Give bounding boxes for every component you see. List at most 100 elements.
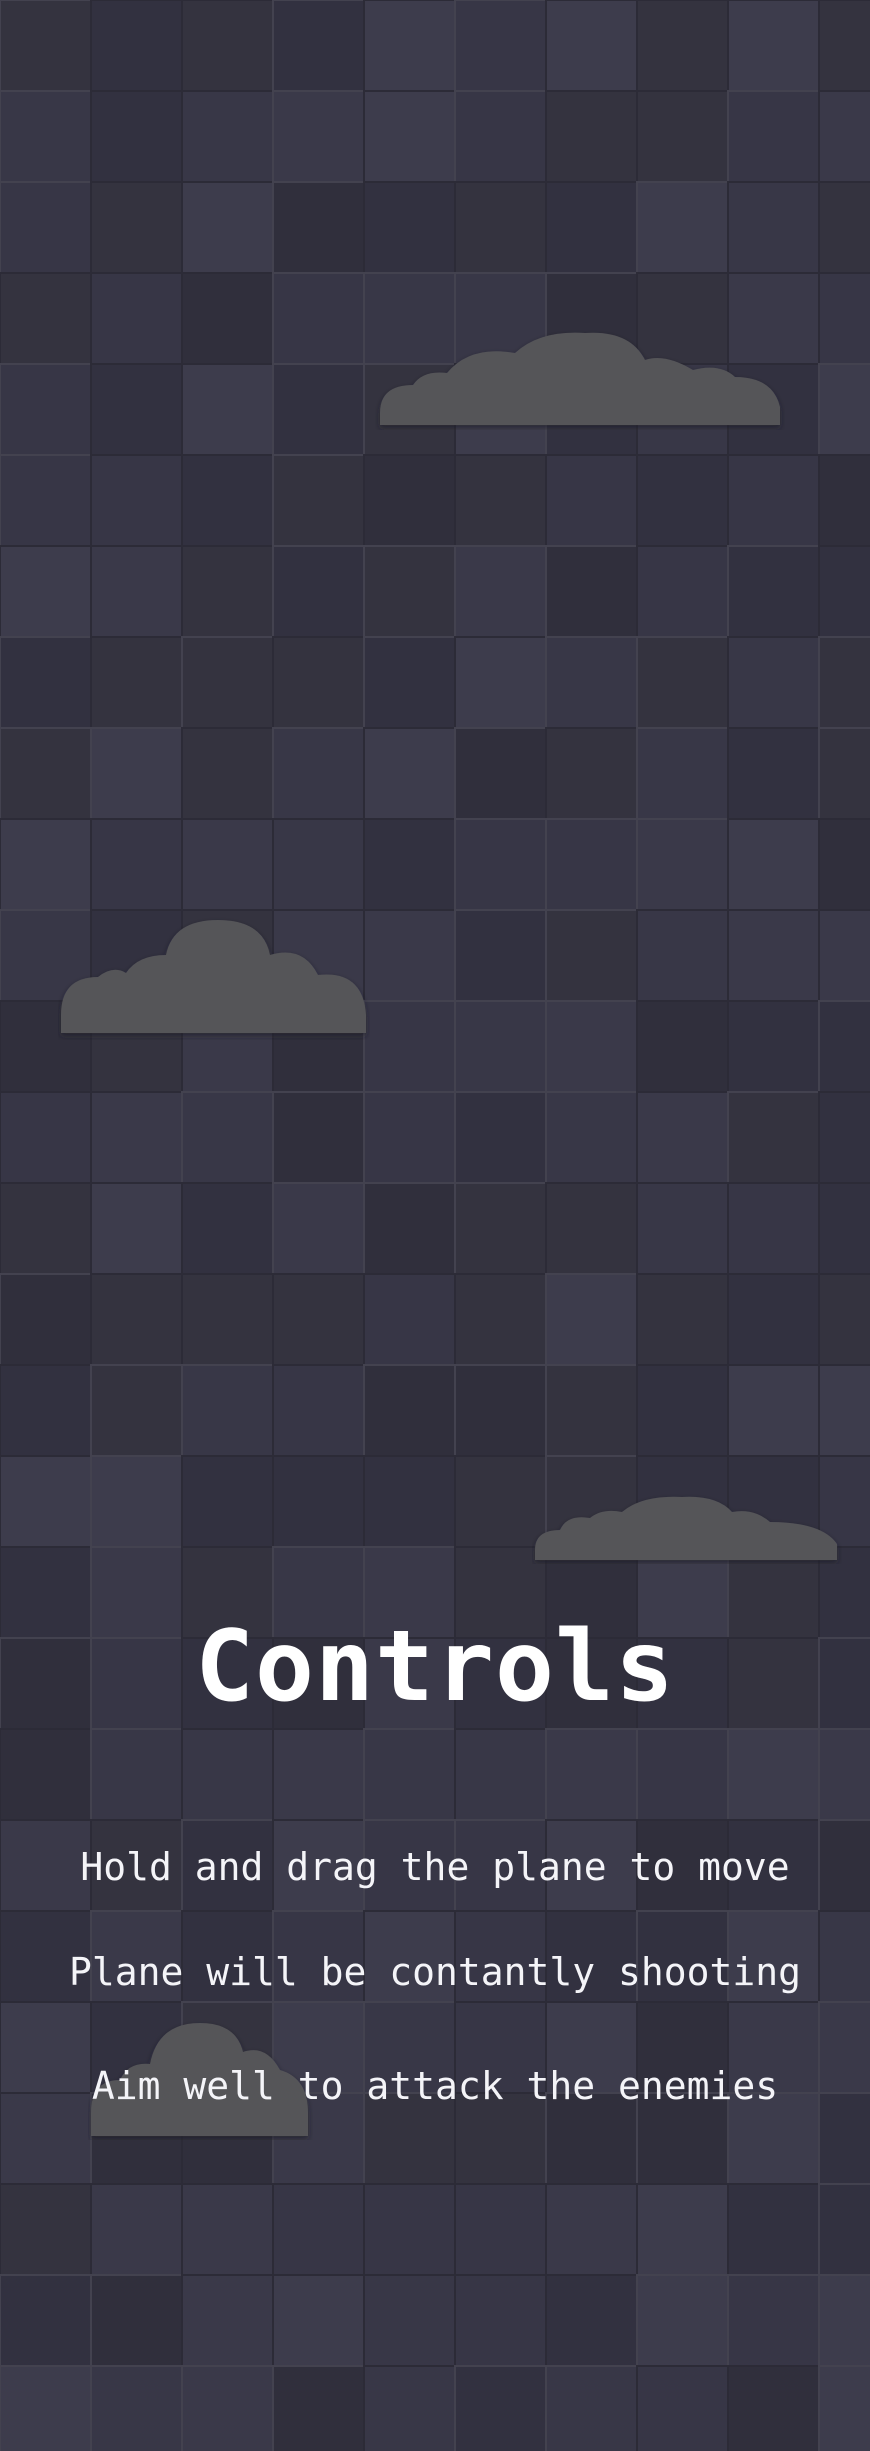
background-tile (0, 1364, 92, 1457)
background-tile (727, 545, 820, 638)
background-tile (363, 1273, 456, 1366)
background-tile (0, 727, 92, 820)
background-tile (272, 1273, 365, 1366)
background-tile (181, 545, 274, 638)
instruction-shooting: Plane will be contantly shooting (68, 1950, 802, 1994)
background-tile (636, 2274, 729, 2367)
background-tile (363, 181, 456, 274)
background-tile (272, 2365, 365, 2451)
background-tile (454, 1000, 547, 1093)
background-tile (727, 1091, 820, 1184)
background-tile (363, 727, 456, 820)
background-tile (0, 545, 92, 638)
background-tile (545, 1273, 638, 1366)
page-title: Controls (194, 1610, 675, 1724)
background-tile (272, 90, 365, 183)
background-tile (636, 2183, 729, 2276)
background-tile (545, 1000, 638, 1093)
background-tile (181, 2274, 274, 2367)
background-tile (818, 181, 870, 274)
instruction-move: Hold and drag the plane to move (80, 1845, 790, 1889)
background-tile (181, 727, 274, 820)
background-tile (818, 454, 870, 547)
background-tile (545, 2365, 638, 2451)
background-tile (636, 2365, 729, 2451)
background-tile (272, 818, 365, 911)
background-tile (181, 2183, 274, 2276)
background-tile (636, 818, 729, 911)
background-tile (90, 272, 183, 365)
background-tile (454, 90, 547, 183)
background-tile (0, 1728, 92, 1821)
background-tile (181, 1091, 274, 1184)
background-tile (363, 1364, 456, 1457)
background-tile (181, 0, 274, 92)
background-tile (636, 1091, 729, 1184)
background-tile (454, 0, 547, 92)
background-tile (363, 2365, 456, 2451)
background-tile (454, 2365, 547, 2451)
background-tile (181, 1273, 274, 1366)
background-tile (90, 545, 183, 638)
background-tile (363, 1000, 456, 1093)
background-tile (181, 181, 274, 274)
background-tile (636, 181, 729, 274)
background-tile (818, 545, 870, 638)
background-tile (363, 2274, 456, 2367)
background-tile (181, 1728, 274, 1821)
background-tile (0, 2092, 92, 2185)
background-tile (818, 636, 870, 729)
background-tile (818, 1273, 870, 1366)
background-tile (818, 2092, 870, 2185)
background-tile (818, 2183, 870, 2276)
background-tile (0, 1091, 92, 1184)
background-tile (363, 2183, 456, 2276)
background-tile (0, 2183, 92, 2276)
background-tile (90, 1273, 183, 1366)
background-tile (727, 181, 820, 274)
background-tile (90, 1455, 183, 1548)
background-tile (363, 909, 456, 1002)
background-tile (0, 90, 92, 183)
background-tile (454, 1364, 547, 1457)
background-tile (363, 818, 456, 911)
background-tile (636, 90, 729, 183)
background-tile (90, 636, 183, 729)
background-tile (363, 1091, 456, 1184)
background-tile (272, 1182, 365, 1275)
background-tile (272, 2274, 365, 2367)
background-tile (727, 90, 820, 183)
background-tile (727, 1182, 820, 1275)
background-tile (363, 545, 456, 638)
background-tile (272, 1455, 365, 1548)
background-tile (636, 1273, 729, 1366)
background-tile (0, 272, 92, 365)
background-tile (454, 818, 547, 911)
background-tile (90, 0, 183, 92)
background-tile (90, 2274, 183, 2367)
background-tile (0, 1455, 92, 1548)
background-tile (727, 727, 820, 820)
background-tile (636, 0, 729, 92)
background-tile (363, 1455, 456, 1548)
background-tile (454, 2274, 547, 2367)
background-tile (363, 454, 456, 547)
background-tile (545, 1091, 638, 1184)
background-tile (636, 1728, 729, 1821)
background-tile (0, 0, 92, 92)
background-tile (454, 636, 547, 729)
background-tile (636, 545, 729, 638)
background-tile (272, 1728, 365, 1821)
background-tile (454, 1091, 547, 1184)
background-tile (727, 2365, 820, 2451)
background-tile (727, 1273, 820, 1366)
background-tile (727, 1364, 820, 1457)
background-tile (636, 454, 729, 547)
background-tile (545, 909, 638, 1002)
background-tile (454, 727, 547, 820)
background-tile (181, 363, 274, 456)
background-tile (727, 2274, 820, 2367)
background-tile (636, 1182, 729, 1275)
background-tile (636, 1364, 729, 1457)
background-tile (454, 1182, 547, 1275)
